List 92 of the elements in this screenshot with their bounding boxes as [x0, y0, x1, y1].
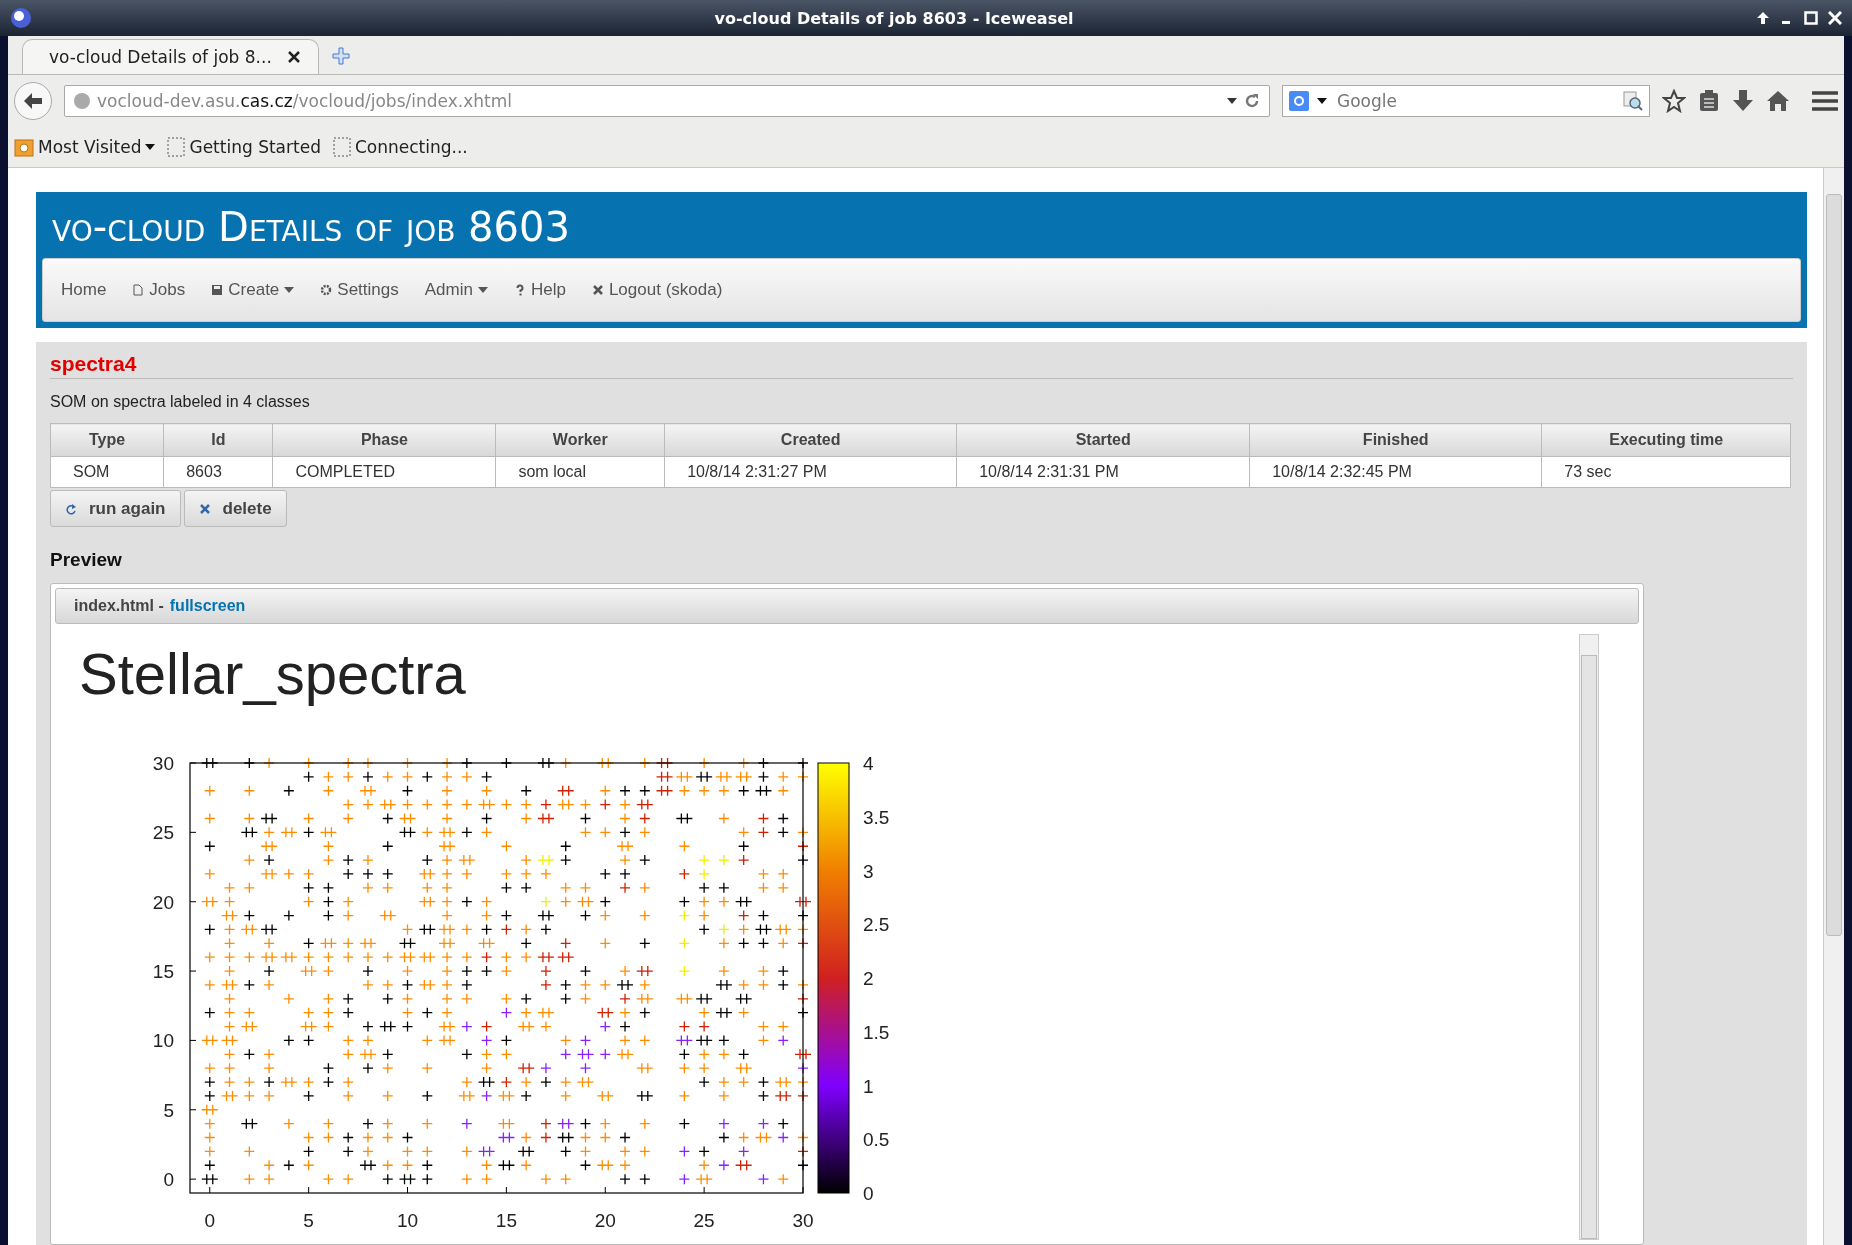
run-again-button[interactable]: run again [50, 490, 181, 527]
close-icon [591, 284, 604, 296]
y-tick-label: 0 [163, 1169, 174, 1191]
refresh-icon [65, 501, 77, 516]
x-tick-label: 5 [303, 1210, 314, 1231]
colorbar-tick-label: 1.5 [863, 1021, 890, 1043]
clipboard-icon[interactable] [1698, 89, 1720, 113]
maximize-icon[interactable] [1804, 11, 1818, 25]
page-icon [167, 137, 186, 157]
x-tick-label: 0 [204, 1210, 216, 1231]
table-cell: 8603 [163, 456, 273, 488]
x-tick-label: 30 [792, 1210, 814, 1231]
colorbar-tick-label: 0 [863, 1183, 874, 1204]
menu-icon[interactable] [1812, 90, 1838, 112]
app-icon [10, 7, 32, 29]
nav-link[interactable]: Home [61, 280, 107, 300]
folder-icon [14, 137, 34, 157]
back-button[interactable] [14, 82, 52, 120]
file-name: index.html - [74, 597, 164, 615]
reload-icon[interactable] [1243, 92, 1261, 110]
job-name: spectra4 [50, 352, 1793, 379]
y-tick-label: 30 [152, 753, 174, 774]
column-header: Started [956, 423, 1250, 457]
colorbar-tick-label: 4 [863, 753, 874, 774]
y-tick-label: 25 [152, 822, 174, 844]
table-cell: 10/8/14 2:31:27 PM [664, 456, 957, 488]
new-tab-icon[interactable] [330, 46, 351, 66]
fullscreen-link[interactable]: fullscreen [169, 597, 246, 615]
page-icon [332, 137, 351, 157]
nav-link[interactable]: Create [211, 280, 295, 300]
colorbar-tick-label: 2.5 [863, 914, 890, 936]
address-bar[interactable]: vocloud-dev.asu.cas.cz/vocloud/jobs/index.xhtml [64, 85, 1270, 117]
browser-tab[interactable]: vo-cloud Details of job 8... [22, 39, 319, 74]
colorbar-tick-label: 0.5 [863, 1129, 890, 1151]
x-tick-label: 15 [495, 1210, 517, 1231]
column-header: Worker [495, 423, 665, 457]
y-tick-label: 15 [152, 961, 174, 983]
delete-button[interactable]: delete [183, 490, 287, 527]
x-tick-label: 25 [693, 1210, 715, 1231]
dropdown-icon [1317, 98, 1327, 104]
up-arrow-icon[interactable] [1756, 11, 1770, 25]
table-cell: SOM [50, 456, 164, 488]
search-engine-icon [1289, 91, 1309, 111]
table-cell: som local [495, 456, 665, 488]
page-title: vo-cloud Details of job 8603 [52, 204, 571, 250]
colorbar-tick-label: 1 [863, 1075, 874, 1097]
preview-heading: Preview [50, 549, 123, 571]
url-text: vocloud-dev.asu.cas.cz/vocloud/jobs/index.xhtml [97, 91, 513, 111]
y-tick-label: 5 [163, 1099, 174, 1121]
close-icon[interactable] [287, 51, 300, 63]
bookmark-item[interactable]: Connecting... [332, 137, 468, 157]
window-title: vo-cloud Details of job 8603 - Iceweasel [713, 8, 1075, 28]
nav-link[interactable]: Settings [320, 280, 399, 300]
plot-title: Stellar_spectra [79, 640, 467, 707]
close-icon [198, 502, 211, 515]
scrollbar[interactable] [1579, 634, 1599, 1240]
x-tick-label: 20 [594, 1210, 616, 1231]
bookmark-item[interactable]: Getting Started [167, 137, 321, 157]
settings-icon [320, 284, 333, 296]
column-header: Phase [272, 423, 496, 457]
nav-link[interactable]: Help [513, 280, 566, 300]
table-cell: 73 sec [1541, 456, 1791, 488]
x-tick-label: 10 [396, 1210, 419, 1231]
home-icon[interactable] [1766, 89, 1790, 113]
save-icon [211, 284, 224, 296]
job-description: SOM on spectra labeled in 4 classes [50, 393, 311, 411]
column-header: Type [50, 423, 164, 457]
y-tick-label: 20 [152, 891, 174, 913]
column-header: Id [163, 423, 273, 457]
column-header: Created [664, 423, 957, 457]
colorbar-tick-label: 2 [863, 968, 874, 989]
back-arrow-icon [23, 92, 43, 110]
search-icon[interactable] [1623, 91, 1643, 111]
search-field[interactable]: Google [1282, 85, 1650, 117]
caret-icon [145, 144, 156, 150]
table-cell: 10/8/14 2:32:45 PM [1249, 456, 1542, 488]
colorbar-tick-label: 3.5 [863, 806, 890, 828]
table-cell: 10/8/14 2:31:31 PM [956, 456, 1250, 488]
column-header: Executing time [1541, 423, 1791, 457]
colorbar-tick-label: 3 [863, 860, 874, 882]
nav-link[interactable]: Admin [424, 280, 488, 300]
nav-link[interactable]: Logout (skoda) [591, 280, 723, 300]
page-icon [132, 284, 145, 296]
star-icon[interactable] [1662, 89, 1686, 113]
bookmark-item[interactable]: Most Visited [14, 137, 156, 157]
table-cell: COMPLETED [272, 456, 496, 488]
column-header: Finished [1249, 423, 1542, 457]
dropdown-icon [1227, 98, 1237, 104]
y-tick-label: 10 [152, 1030, 174, 1052]
scrollbar[interactable] [1823, 168, 1844, 1245]
download-icon[interactable] [1732, 89, 1754, 113]
nav-link[interactable]: Jobs [132, 280, 186, 300]
